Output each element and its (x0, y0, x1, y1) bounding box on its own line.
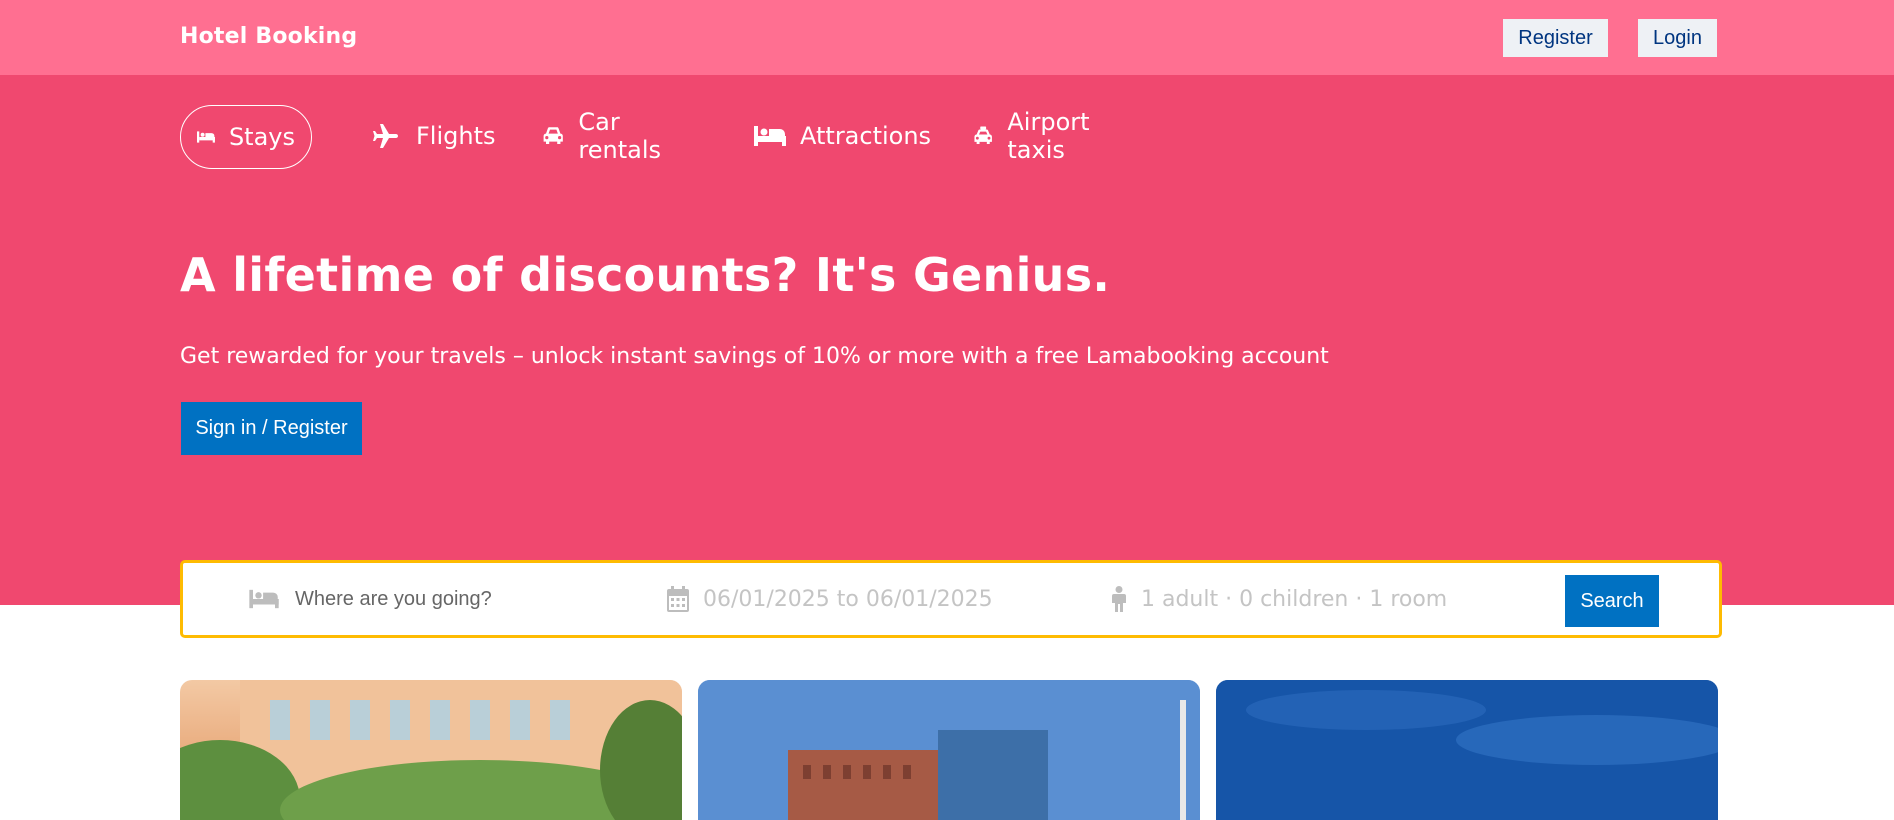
plane-icon (373, 124, 398, 148)
guests-text: 1 adult · 0 children · 1 room (1141, 586, 1448, 612)
hero-description: Get rewarded for your travels – unlock i… (180, 344, 1329, 369)
destination-field[interactable] (249, 563, 627, 635)
search-bar: 06/01/2025 to 06/01/2025 1 adult · 0 chi… (180, 560, 1722, 638)
sign-in-register-button[interactable]: Sign in / Register (181, 402, 362, 455)
tab-label: Stays (228, 123, 295, 151)
login-button[interactable]: Login (1638, 19, 1717, 57)
featured-card-image[interactable] (1216, 680, 1718, 820)
tab-flights[interactable]: Flights (370, 105, 496, 167)
tab-attractions[interactable]: Attractions (754, 105, 931, 167)
tab-airport-taxis[interactable]: Airport taxis (973, 105, 1101, 167)
hotel-photo (698, 680, 1200, 820)
hotel-photo (180, 680, 682, 820)
register-button[interactable]: Register (1503, 19, 1608, 57)
car-icon (543, 127, 563, 145)
bed-icon (197, 131, 215, 143)
person-icon (1112, 586, 1126, 612)
top-bar: Hotel Booking Register Login (0, 0, 1894, 75)
tab-label: Attractions (800, 122, 932, 150)
taxi-icon (974, 126, 992, 145)
tab-stays[interactable]: Stays (180, 105, 312, 169)
date-field[interactable]: 06/01/2025 to 06/01/2025 (667, 563, 993, 635)
guests-field[interactable]: 1 adult · 0 children · 1 room (1111, 563, 1447, 635)
hotel-photo (1216, 680, 1718, 820)
bed-icon (249, 589, 279, 609)
tab-label: Flights (416, 122, 496, 150)
featured-cards (180, 680, 1720, 820)
hero-title: A lifetime of discounts? It's Genius. (180, 248, 1111, 302)
calendar-icon (667, 586, 689, 612)
destination-input[interactable] (293, 586, 627, 612)
tab-label: Car rentals (578, 108, 662, 164)
featured-card-image[interactable] (180, 680, 682, 820)
search-button[interactable]: Search (1565, 575, 1659, 627)
tab-car-rentals[interactable]: Car rentals (542, 105, 671, 167)
brand-logo[interactable]: Hotel Booking (180, 24, 357, 49)
tab-label: Airport taxis (1007, 108, 1090, 164)
date-range-text: 06/01/2025 to 06/01/2025 (703, 586, 993, 612)
featured-card-image[interactable] (698, 680, 1200, 820)
bed-icon (754, 126, 786, 146)
